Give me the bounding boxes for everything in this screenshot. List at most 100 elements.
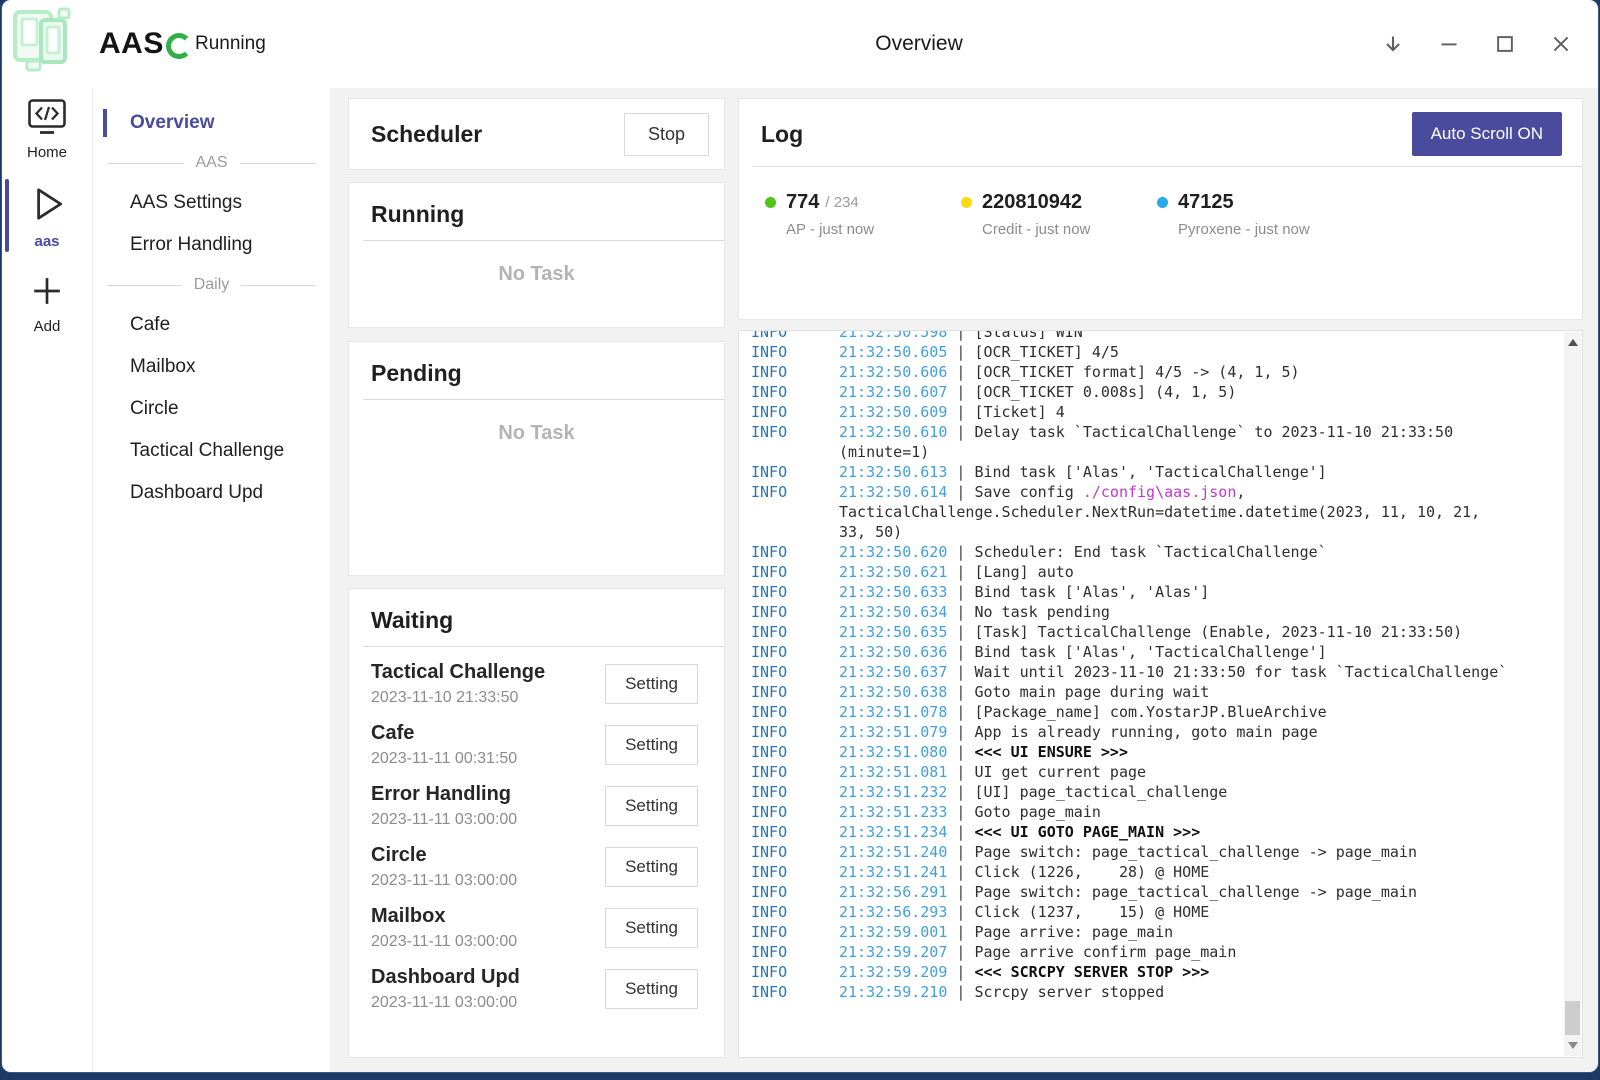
log-message-segment: Scrcpy server stopped: [974, 983, 1164, 1001]
log-timestamp: 21:32:59.001: [839, 923, 947, 941]
stat-top: 47125: [1157, 191, 1353, 214]
log-timestamp: 21:32:50.636: [839, 643, 947, 661]
log-separator: |: [947, 623, 974, 641]
log-level: INFO: [751, 342, 839, 362]
setting-button[interactable]: Setting: [605, 969, 698, 1009]
log-message: <<< SCRCPY SERVER STOP >>>: [974, 963, 1209, 981]
log-message-segment: Page arrive: page_main: [974, 923, 1173, 941]
nav-section-aas: AAS: [93, 144, 330, 182]
log-line: INFO21:32:59.209 | <<< SCRCPY SERVER STO…: [751, 962, 1550, 982]
log-scrollbar[interactable]: [1564, 332, 1581, 1056]
log-timestamp: 21:32:59.209: [839, 963, 947, 981]
log-separator: |: [947, 543, 974, 561]
log-line: INFO21:32:51.232 | [UI] page_tactical_ch…: [751, 782, 1550, 802]
task-name: Error Handling: [371, 783, 517, 806]
log-timestamp: 21:32:59.207: [839, 943, 947, 961]
scheduler-title: Scheduler: [371, 121, 482, 148]
log-level: INFO: [751, 602, 839, 622]
nav-item-circle[interactable]: Circle: [93, 388, 330, 430]
nav-item-label: Mailbox: [130, 356, 195, 377]
nav-item-label: Cafe: [130, 314, 170, 335]
nav-item-overview[interactable]: Overview: [93, 102, 330, 144]
setting-button[interactable]: Setting: [605, 786, 698, 826]
scroll-thumb[interactable]: [1565, 1001, 1580, 1035]
auto-scroll-button[interactable]: Auto Scroll ON: [1412, 112, 1562, 156]
log-separator: |: [947, 683, 974, 701]
log-level: INFO: [751, 922, 839, 942]
setting-button[interactable]: Setting: [605, 664, 698, 704]
nav-section-label: Daily: [194, 276, 230, 294]
waiting-task-row: Error Handling 2023-11-11 03:00:00 Setti…: [349, 775, 724, 836]
log-line: INFO21:32:56.293 | Click (1237, 15) @ HO…: [751, 902, 1550, 922]
task-next-run-time: 2023-11-10 21:33:50: [371, 689, 545, 707]
nav-item-dashboard-upd[interactable]: Dashboard Upd: [93, 472, 330, 514]
log-timestamp: 21:32:56.293: [839, 903, 947, 921]
log-separator: |: [947, 963, 974, 981]
log-message-segment: [OCR_TICKET format] 4/5 -> (4, 1, 5): [974, 363, 1299, 381]
rail-item-add[interactable]: Add: [2, 262, 92, 339]
log-timestamp: 21:32:50.610: [839, 423, 947, 441]
log-level: INFO: [751, 662, 839, 682]
setting-button[interactable]: Setting: [605, 725, 698, 765]
running-empty-state: No Task: [349, 263, 724, 286]
maximize-button[interactable]: [1490, 29, 1520, 59]
log-message-segment: Wait until 2023-11-10 21:33:50 for task …: [974, 663, 1507, 681]
log-message: Page switch: page_tactical_challenge -> …: [974, 883, 1417, 901]
log-timestamp: 21:32:51.233: [839, 803, 947, 821]
log-output-panel: INFO21:32:50.598 | [Status] WININFO21:32…: [738, 330, 1583, 1058]
log-message-segment: UI get current page: [974, 763, 1146, 781]
rail-item-home[interactable]: Home: [2, 88, 92, 165]
stop-button[interactable]: Stop: [624, 113, 709, 156]
log-message: No task pending: [974, 603, 1109, 621]
rail-item-aas[interactable]: aas: [2, 173, 92, 254]
sidebar-rail: Home aas Add: [2, 88, 92, 1072]
log-separator: |: [947, 783, 974, 801]
log-message: Page switch: page_tactical_challenge -> …: [974, 843, 1417, 861]
setting-button[interactable]: Setting: [605, 908, 698, 948]
log-level: INFO: [751, 402, 839, 422]
nav-item-tactical-challenge[interactable]: Tactical Challenge: [93, 430, 330, 472]
log-level: INFO: [751, 862, 839, 882]
log-level: INFO: [751, 742, 839, 762]
log-line: INFO21:32:50.613 | Bind task ['Alas', 'T…: [751, 462, 1550, 482]
log-timestamp: 21:32:50.638: [839, 683, 947, 701]
stat-label: Credit - just now: [982, 221, 1157, 238]
log-message: <<< UI GOTO PAGE_MAIN >>>: [974, 823, 1200, 841]
log-level: INFO: [751, 582, 839, 602]
resource-stats: 774 / 234 AP - just now 220810942 Credit…: [739, 167, 1582, 238]
log-separator: |: [947, 643, 974, 661]
log-line: INFO21:32:51.081 | UI get current page: [751, 762, 1550, 782]
nav-item-error-handling[interactable]: Error Handling: [93, 224, 330, 266]
log-message: Goto page_main: [974, 803, 1100, 821]
log-level: INFO: [751, 702, 839, 722]
log-level: INFO: [751, 902, 839, 922]
log-separator: |: [947, 563, 974, 581]
log-line: INFO21:32:50.610 | Delay task `TacticalC…: [751, 422, 1550, 462]
nav-item-cafe[interactable]: Cafe: [93, 304, 330, 346]
log-level: INFO: [751, 762, 839, 782]
app-window: AAS Running Overview: [2, 0, 1598, 1072]
setting-button[interactable]: Setting: [605, 847, 698, 887]
task-info: Tactical Challenge 2023-11-10 21:33:50: [371, 661, 545, 707]
scroll-up-button[interactable]: [1564, 334, 1581, 351]
log-separator: |: [947, 883, 974, 901]
log-message-segment: Scheduler: End task `TacticalChallenge`: [974, 543, 1326, 561]
log-message-segment: Goto page_main: [974, 803, 1100, 821]
waiting-card: Waiting Tactical Challenge 2023-11-10 21…: [348, 588, 725, 1058]
log-line: INFO21:32:50.620 | Scheduler: End task `…: [751, 542, 1550, 562]
maximize-icon: [1494, 33, 1516, 55]
log-timestamp: 21:32:51.080: [839, 743, 947, 761]
scroll-down-button[interactable]: [1564, 1037, 1581, 1054]
close-button[interactable]: [1546, 29, 1576, 59]
scheduler-status-label: Running: [195, 0, 266, 88]
update-download-button[interactable]: [1378, 29, 1408, 59]
nav-item-aas-settings[interactable]: AAS Settings: [93, 182, 330, 224]
log-separator: |: [947, 483, 974, 501]
log-card: Log Auto Scroll ON 774 / 234 AP - just n…: [738, 98, 1583, 320]
waiting-task-list: Tactical Challenge 2023-11-10 21:33:50 S…: [349, 653, 724, 1019]
stat-top: 220810942: [961, 191, 1157, 214]
nav-item-mailbox[interactable]: Mailbox: [93, 346, 330, 388]
log-timestamp: 21:32:50.606: [839, 363, 947, 381]
log-timestamp: 21:32:50.605: [839, 343, 947, 361]
minimize-button[interactable]: [1434, 29, 1464, 59]
